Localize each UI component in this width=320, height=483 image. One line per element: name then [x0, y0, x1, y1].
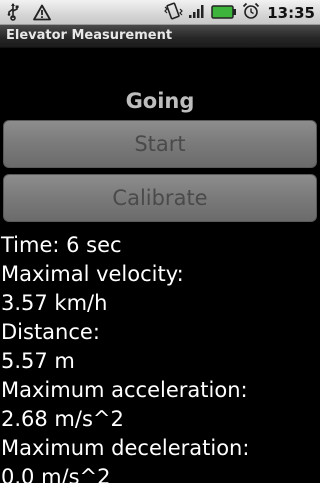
max-deceleration-label: Maximum deceleration:	[1, 436, 250, 460]
time-readout: Time: 6 sec	[1, 233, 122, 257]
title-bar: Elevator Measurement	[0, 25, 320, 48]
state-label: Going	[125, 89, 195, 113]
status-time: 13:35	[267, 4, 315, 22]
distance-label: Distance:	[1, 320, 100, 344]
max-velocity-value: 3.57 km/h	[1, 291, 108, 315]
signal-icon	[188, 3, 206, 23]
battery-icon	[211, 4, 237, 23]
max-deceleration-value: 0.0 m/s^2	[1, 465, 111, 483]
alarm-icon	[242, 2, 260, 24]
start-button[interactable]: Start	[3, 120, 317, 168]
vibrate-icon	[163, 2, 184, 24]
max-velocity-label: Maximal velocity:	[1, 262, 184, 286]
max-acceleration-value: 2.68 m/s^2	[1, 407, 124, 431]
usb-icon	[7, 3, 19, 25]
warning-icon	[33, 4, 51, 25]
status-bar: 13:35	[0, 0, 320, 25]
app-title: Elevator Measurement	[6, 28, 173, 43]
distance-value: 5.57 m	[1, 349, 75, 373]
measurement-list: Time: 6 sec Maximal velocity: 3.57 km/h …	[1, 231, 319, 483]
max-acceleration-label: Maximum acceleration:	[1, 378, 248, 402]
calibrate-button[interactable]: Calibrate	[3, 174, 317, 222]
